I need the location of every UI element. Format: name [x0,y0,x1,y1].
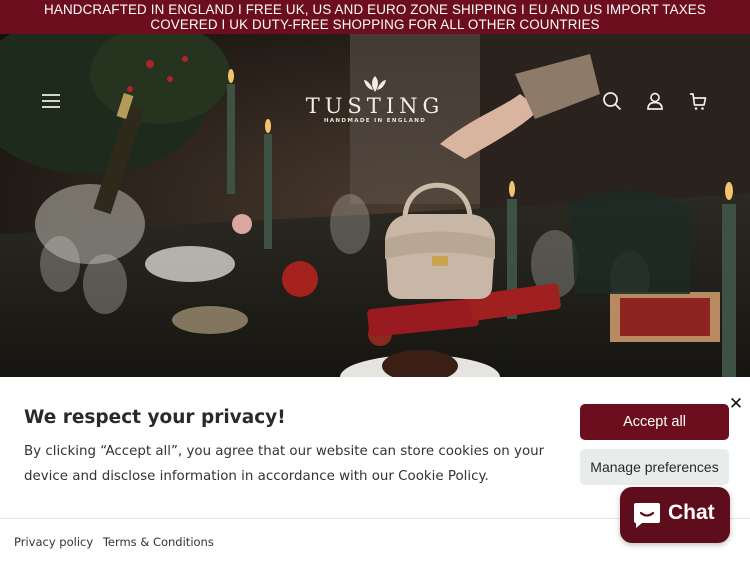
logo-tagline: HANDMADE IN ENGLAND [323,118,427,124]
search-icon[interactable] [601,90,623,112]
site-logo[interactable]: TUSTING HANDMADE IN ENGLAND [290,74,460,130]
menu-icon[interactable] [40,90,62,112]
announcement-line-2: COVERED I UK DUTY-FREE SHOPPING FOR ALL … [150,17,600,32]
announcement-line-1: HANDCRAFTED IN ENGLAND I FREE UK, US AND… [44,2,706,17]
chat-button[interactable]: Chat [620,487,730,543]
logo-wordmark: TUSTING [305,94,445,118]
cookie-title: We respect your privacy! [24,407,286,428]
manage-preferences-button[interactable]: Manage preferences [580,449,729,485]
chat-label: Chat [668,501,715,524]
cart-icon[interactable] [687,90,709,112]
account-icon[interactable] [644,90,666,112]
chat-bubble-icon [634,503,660,528]
terms-conditions-link[interactable]: Terms & Conditions [103,535,214,549]
announcement-bar: HANDCRAFTED IN ENGLAND I FREE UK, US AND… [0,0,750,34]
privacy-policy-link[interactable]: Privacy policy [14,535,93,549]
logo-emblem-icon [364,76,386,92]
cookie-description: By clicking “Accept all”, you agree that… [24,444,545,484]
hero-banner[interactable]: TUSTING HANDMADE IN ENGLAND [0,34,750,377]
close-icon[interactable]: ✕ [727,395,745,413]
cookie-links: Privacy policy Terms & Conditions [14,535,220,549]
accept-all-button[interactable]: Accept all [580,404,729,440]
